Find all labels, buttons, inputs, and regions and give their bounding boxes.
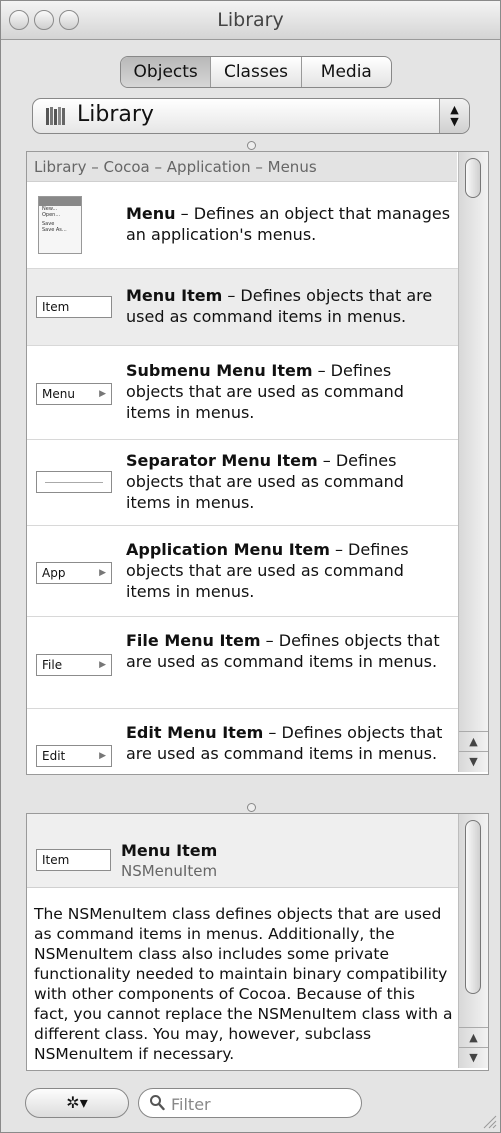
- item-name: Menu Item: [126, 286, 223, 305]
- tab-media[interactable]: Media: [302, 57, 391, 87]
- splitter-handle[interactable]: [247, 141, 256, 150]
- popup-value: Library: [77, 102, 154, 127]
- footer: ✲▾: [1, 1081, 500, 1132]
- list-item[interactable]: Separator Menu Item – Defines objects th…: [27, 440, 458, 526]
- scroll-down-arrow-icon[interactable]: ▼: [459, 1047, 488, 1068]
- list-item[interactable]: Edit ▶ Edit Menu Item – Defines objects t…: [27, 709, 458, 774]
- list-item[interactable]: File ▶ File Menu Item – Defines objects t…: [27, 617, 458, 709]
- gear-icon: ✲▾: [66, 1093, 88, 1112]
- detail-header: Item Menu Item NSMenuItem: [27, 814, 458, 888]
- up-down-arrows-icon: ▲ ▼: [439, 99, 469, 133]
- edit-item-icon: Edit ▶: [36, 745, 112, 767]
- scroll-thumb[interactable]: [465, 158, 481, 198]
- list-item[interactable]: Menu ▶ Submenu Menu Item – Defines object…: [27, 346, 458, 440]
- item-name: Menu: [126, 204, 176, 223]
- filter-input[interactable]: [169, 1092, 353, 1116]
- scroll-thumb[interactable]: [465, 820, 481, 994]
- title-bar[interactable]: Library: [1, 1, 500, 40]
- splitter-handle[interactable]: [247, 803, 256, 812]
- list-item[interactable]: Item Menu Item – Defines objects that ar…: [27, 269, 458, 346]
- breadcrumb: Library – Cocoa – Application – Menus: [27, 152, 457, 182]
- filter-field[interactable]: [138, 1088, 362, 1118]
- file-item-icon: File ▶: [36, 654, 112, 676]
- item-name: Separator Menu Item: [126, 451, 318, 470]
- separator-item-icon: [36, 471, 112, 493]
- item-name: Edit Menu Item: [126, 723, 264, 742]
- list-scrollbar[interactable]: ▲ ▼: [458, 152, 488, 772]
- menu-item-icon: Item: [36, 296, 112, 318]
- gear-menu-button[interactable]: ✲▾: [25, 1088, 129, 1118]
- item-name: Submenu Menu Item: [126, 361, 313, 380]
- search-icon: [150, 1095, 165, 1111]
- resize-grip-icon[interactable]: [481, 1113, 497, 1129]
- detail-pane: Item Menu Item NSMenuItem The NSMenuItem…: [26, 813, 489, 1071]
- menu-item-icon: Item: [36, 849, 111, 871]
- list-item[interactable]: New... Open... Save Save As... Menu – De…: [27, 182, 458, 269]
- tab-classes[interactable]: Classes: [211, 57, 302, 87]
- detail-title: Menu Item: [121, 841, 218, 860]
- library-window: Library Objects Classes Media Library ▲ ▼…: [0, 0, 501, 1133]
- item-name: File Menu Item: [126, 631, 261, 650]
- submenu-item-icon: Menu ▶: [36, 383, 112, 405]
- item-description: – Defines an object that manages an appl…: [126, 204, 451, 244]
- scroll-down-arrow-icon[interactable]: ▼: [459, 751, 488, 772]
- object-list: Library – Cocoa – Application – Menus Ne…: [26, 151, 489, 775]
- books-icon: [46, 107, 65, 125]
- menu-icon: New... Open... Save Save As...: [38, 196, 82, 254]
- library-mode-tabs: Objects Classes Media: [120, 56, 392, 88]
- detail-class-name: NSMenuItem: [121, 862, 218, 880]
- detail-description: The NSMenuItem class defines objects tha…: [34, 905, 453, 1063]
- scroll-up-arrow-icon[interactable]: ▲: [459, 1027, 488, 1048]
- scroll-up-arrow-icon[interactable]: ▲: [459, 731, 488, 752]
- application-item-icon: App ▶: [36, 562, 112, 584]
- tab-objects[interactable]: Objects: [121, 57, 212, 87]
- detail-scrollbar[interactable]: ▲ ▼: [458, 814, 488, 1068]
- library-popup[interactable]: Library ▲ ▼: [32, 98, 470, 134]
- window-title: Library: [217, 9, 284, 31]
- list-item[interactable]: App ▶ Application Menu Item – Defines obj…: [27, 526, 458, 617]
- item-name: Application Menu Item: [126, 540, 330, 559]
